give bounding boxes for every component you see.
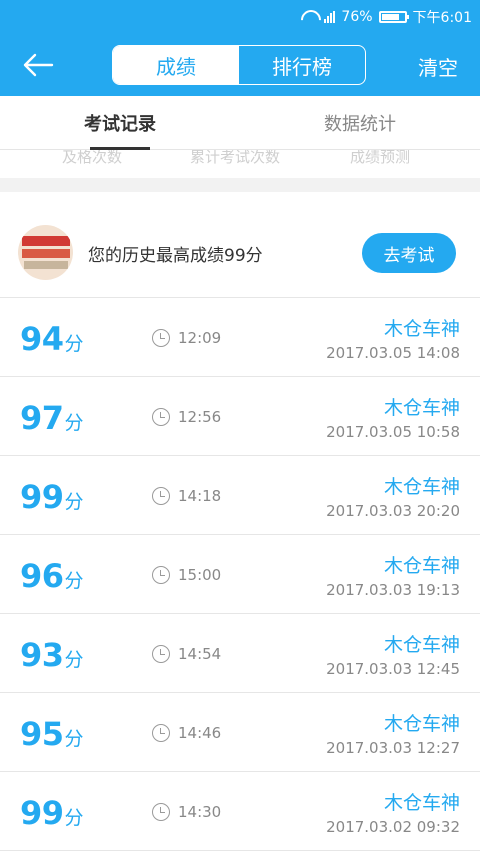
back-button[interactable]: [18, 49, 58, 81]
exam-duration: 14:46: [178, 724, 222, 742]
list-item[interactable]: 95 分 14:46 木仓车神 2017.03.03 12:27: [0, 693, 480, 772]
take-exam-button[interactable]: 去考试: [362, 233, 456, 273]
score: 95 分: [20, 715, 84, 753]
score-unit: 分: [64, 491, 84, 513]
exam-duration: 14:18: [178, 487, 222, 505]
stat-label-total-exams: 累计考试次数: [190, 150, 281, 166]
signal-icon: [324, 11, 336, 23]
score-unit: 分: [64, 570, 84, 592]
exam-datetime: 2017.03.03 19:13: [326, 581, 460, 599]
exam-duration: 14:30: [178, 803, 222, 821]
battery-percent: 76%: [341, 9, 373, 25]
clear-button[interactable]: 清空: [418, 52, 458, 81]
exam-datetime: 2017.03.03 12:45: [326, 660, 460, 678]
clock-icon: [152, 408, 170, 426]
score-value: 99: [20, 478, 64, 516]
stat-label-pass-count: 及格次数: [62, 150, 123, 166]
score-unit: 分: [64, 728, 84, 750]
score-value: 96: [20, 557, 64, 595]
sub-tab-bar: 考试记录 数据统计: [0, 96, 480, 150]
avatar: [18, 225, 73, 280]
username: 木仓车神: [383, 713, 460, 735]
section-divider: [0, 178, 480, 192]
status-indicators: 76% 下午6:01: [300, 6, 472, 28]
clock-icon: [152, 329, 170, 347]
score: 96 分: [20, 557, 84, 595]
battery-icon: [378, 11, 409, 23]
score: 99 分: [20, 794, 84, 832]
score-value: 97: [20, 399, 64, 437]
score-unit: 分: [64, 412, 84, 434]
exam-datetime: 2017.03.03 20:20: [326, 502, 460, 520]
tab-scores[interactable]: 成绩: [113, 46, 239, 84]
tab-data-stats[interactable]: 数据统计: [240, 96, 480, 149]
username: 木仓车神: [383, 792, 460, 814]
exam-duration: 12:56: [178, 408, 222, 426]
list-item[interactable]: 99 分 14:30 木仓车神 2017.03.02 09:32: [0, 772, 480, 851]
exam-datetime: 2017.03.03 12:27: [326, 739, 460, 757]
score: 93 分: [20, 636, 84, 674]
username: 木仓车神: [383, 476, 460, 498]
list-item[interactable]: 99 分 14:18 木仓车神 2017.03.03 20:20: [0, 456, 480, 535]
stat-label-prediction: 成绩预测: [350, 150, 411, 166]
score: 99 分: [20, 478, 84, 516]
app-header: 成绩 排行榜 清空: [0, 34, 480, 96]
stats-summary-peek: 及格次数 累计考试次数 成绩预测: [0, 150, 480, 178]
username: 木仓车神: [383, 318, 460, 340]
score: 94 分: [20, 320, 84, 358]
score-value: 99: [20, 794, 64, 832]
list-item[interactable]: 96 分 15:00 木仓车神 2017.03.03 19:13: [0, 535, 480, 614]
tab-data-stats-label: 数据统计: [324, 113, 396, 135]
arrow-left-icon: [23, 53, 54, 77]
tab-exam-records[interactable]: 考试记录: [0, 96, 240, 150]
username: 木仓车神: [383, 397, 460, 419]
exam-datetime: 2017.03.02 09:32: [326, 818, 460, 836]
clock-icon: [152, 645, 170, 663]
exam-datetime: 2017.03.05 14:08: [326, 344, 460, 362]
exam-duration: 14:54: [178, 645, 222, 663]
tab-exam-records-label: 考试记录: [84, 113, 156, 135]
score-unit: 分: [64, 333, 84, 355]
exam-datetime: 2017.03.05 10:58: [326, 423, 460, 441]
list-item[interactable]: 93 分 14:54 木仓车神 2017.03.03 12:45: [0, 614, 480, 693]
segmented-control: 成绩 排行榜: [112, 45, 366, 85]
best-score-row: 您的历史最高成绩99分 去考试: [0, 206, 480, 298]
exam-duration: 12:09: [178, 329, 222, 347]
clock-time: 下午6:01: [412, 10, 472, 26]
clock-icon: [152, 803, 170, 821]
list-item[interactable]: 94 分 12:09 木仓车神 2017.03.05 14:08: [0, 298, 480, 377]
score-unit: 分: [64, 807, 84, 829]
score-value: 95: [20, 715, 64, 753]
status-bar: 76% 下午6:01: [0, 0, 480, 34]
score-unit: 分: [64, 649, 84, 671]
battery-fill: [381, 14, 399, 20]
tab-leaderboard[interactable]: 排行榜: [239, 46, 365, 84]
username: 木仓车神: [383, 634, 460, 656]
exam-duration: 15:00: [178, 566, 222, 584]
clock-icon: [152, 724, 170, 742]
score-value: 94: [20, 320, 64, 358]
score: 97 分: [20, 399, 84, 437]
score-value: 93: [20, 636, 64, 674]
clock-icon: [152, 487, 170, 505]
wifi-icon: [300, 10, 318, 24]
clock-icon: [152, 566, 170, 584]
exam-record-list: 94 分 12:09 木仓车神 2017.03.05 14:08 97 分 12:56 木仓车神…: [0, 298, 480, 851]
list-item[interactable]: 97 分 12:56 木仓车神 2017.03.05 10:58: [0, 377, 480, 456]
username: 木仓车神: [383, 555, 460, 577]
best-score-text: 您的历史最高成绩99分: [88, 246, 263, 266]
